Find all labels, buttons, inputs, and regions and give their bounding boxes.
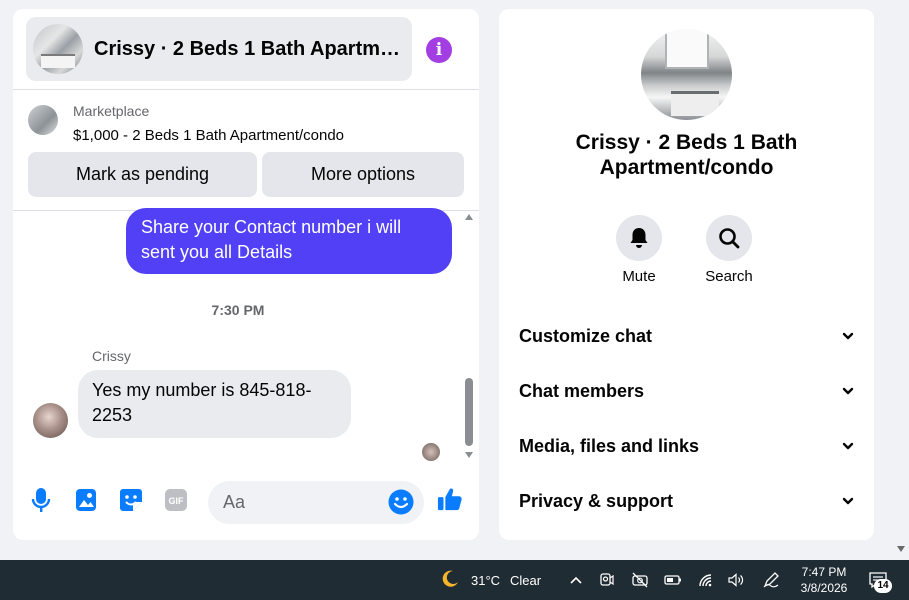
section-customize-chat[interactable]: Customize chat [519, 316, 854, 356]
scroll-down-arrow[interactable] [465, 452, 473, 458]
clock-time: 7:47 PM [801, 565, 847, 579]
marketplace-listing-link[interactable]: $1,000 - 2 Beds 1 Bath Apartment/condo [73, 127, 344, 144]
info-icon[interactable]: i [426, 37, 452, 63]
sender-name: Crissy [92, 348, 131, 364]
messages-scrollbar-thumb[interactable] [465, 378, 473, 446]
conversation-header[interactable]: Crissy · 2 Beds 1 Bath Apartment/condo [26, 17, 412, 81]
wifi-icon[interactable] [697, 571, 715, 589]
mark-as-pending-button[interactable]: Mark as pending [28, 152, 257, 197]
chevron-up-icon[interactable] [567, 571, 585, 589]
scroll-up-arrow[interactable] [465, 214, 473, 220]
chevron-down-icon [842, 332, 854, 340]
notification-count-badge: 14 [874, 579, 892, 593]
section-media-files-links[interactable]: Media, files and links [519, 426, 854, 466]
section-label: Customize chat [519, 325, 653, 346]
bell-icon [630, 228, 648, 248]
marketplace-label: Marketplace [73, 103, 150, 119]
emoji-icon[interactable] [388, 489, 414, 515]
more-options-button[interactable]: More options [262, 152, 464, 197]
mute-button[interactable] [616, 215, 662, 261]
marketplace-listing-thumbnail[interactable] [28, 105, 58, 135]
profile-name: Crissy · 2 Beds 1 Bath Apartment/condo [575, 131, 798, 179]
conversation-title: Crissy · 2 Beds 1 Bath Apartment/condo [94, 37, 406, 60]
header-divider [13, 89, 479, 90]
thumbs-up-icon[interactable] [437, 486, 463, 512]
image-icon[interactable] [73, 487, 99, 513]
gif-icon[interactable]: GIF [163, 487, 189, 513]
weather-temperature[interactable]: 31°C [471, 573, 500, 588]
section-label: Media, files and links [519, 435, 700, 456]
seen-indicator-avatar [422, 443, 440, 461]
profile-picture[interactable] [641, 29, 732, 120]
chevron-down-icon [842, 442, 854, 450]
taskbar: 31°C Clear 7:47 PM 3/8/2026 14 [0, 560, 909, 600]
search-icon [719, 228, 740, 249]
section-label: Chat members [519, 380, 645, 401]
battery-icon[interactable] [664, 571, 682, 589]
camera-off-icon[interactable] [631, 571, 649, 589]
listing-thumbnail [33, 24, 83, 74]
weather-condition[interactable]: Clear [510, 573, 541, 588]
system-clock[interactable]: 7:47 PM 3/8/2026 [798, 564, 850, 596]
sender-avatar[interactable] [33, 403, 68, 438]
chevron-down-icon [842, 497, 854, 505]
message-timestamp: 7:30 PM [211, 302, 265, 318]
sticker-icon[interactable] [118, 487, 144, 513]
outgoing-message: Share your Contact number i will sent yo… [126, 208, 452, 274]
section-label: Privacy & support [519, 490, 674, 511]
gif-label: GIF [169, 496, 185, 506]
conversation-info-panel: Crissy · 2 Beds 1 Bath Apartment/condo M… [499, 9, 874, 540]
search-label: Search [705, 268, 753, 285]
chevron-down-icon [842, 387, 854, 395]
search-button[interactable] [706, 215, 752, 261]
page-scroll-down-arrow[interactable] [897, 546, 905, 552]
clock-date: 3/8/2026 [800, 581, 848, 595]
speaker-icon[interactable] [727, 571, 745, 589]
mute-label: Mute [622, 268, 656, 285]
section-chat-members[interactable]: Chat members [519, 371, 854, 411]
meet-now-icon[interactable] [598, 571, 616, 589]
pen-icon[interactable] [762, 571, 780, 589]
moon-icon[interactable] [440, 569, 460, 595]
section-privacy-support[interactable]: Privacy & support [519, 481, 854, 521]
incoming-message: Yes my number is 845-818-2253 [78, 370, 351, 438]
message-input[interactable] [223, 492, 383, 513]
chat-panel: Crissy · 2 Beds 1 Bath Apartment/condo i… [13, 9, 479, 540]
microphone-icon[interactable] [28, 487, 54, 513]
